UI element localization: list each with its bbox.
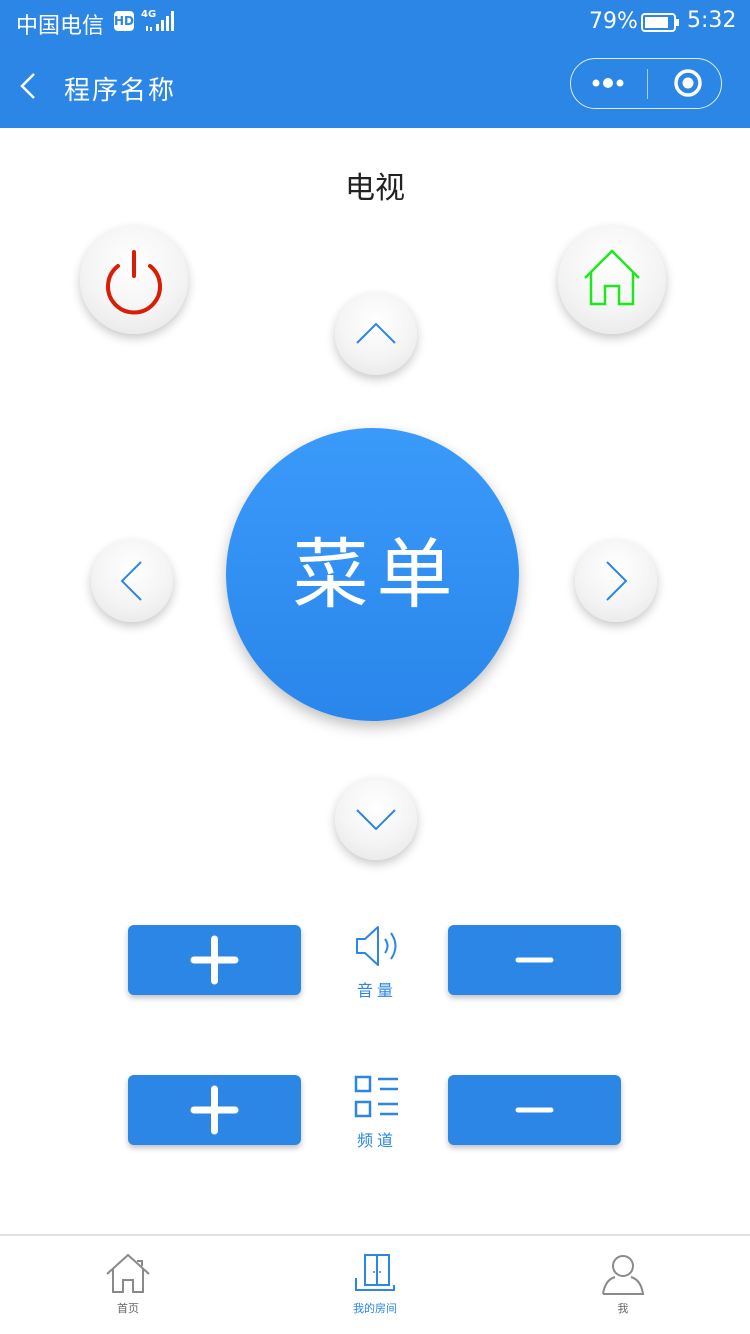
channel-down-button[interactable] xyxy=(448,1075,621,1145)
chevron-left-icon xyxy=(20,73,35,99)
more-button[interactable] xyxy=(571,59,647,107)
chevron-left-icon xyxy=(120,561,142,601)
menu-label: 菜单 xyxy=(292,530,461,619)
volume-up-button[interactable] xyxy=(128,925,301,995)
power-button[interactable] xyxy=(80,226,188,334)
right-button[interactable] xyxy=(575,540,657,622)
home-icon xyxy=(584,249,640,306)
left-button[interactable] xyxy=(91,540,173,622)
target-circle-icon xyxy=(674,69,702,97)
minus-icon xyxy=(515,957,554,963)
speaker-icon xyxy=(356,926,397,966)
volume-label: 音量 xyxy=(356,981,397,1000)
carrier-name: 中国电信 xyxy=(16,14,105,39)
plus-icon xyxy=(190,1085,239,1135)
close-button[interactable] xyxy=(648,59,721,107)
tab-me-label: 我 xyxy=(617,1302,629,1315)
chevron-down-icon xyxy=(356,809,396,831)
status-bar: 中国电信 HD 4G 79% 5:32 xyxy=(0,0,750,44)
down-button[interactable] xyxy=(335,778,417,860)
tab-me[interactable]: 我 xyxy=(553,1236,693,1334)
chevron-up-icon xyxy=(356,322,396,344)
tab-my-room-label: 我的房间 xyxy=(353,1302,397,1315)
home-button[interactable] xyxy=(558,226,666,334)
menu-button[interactable]: 菜单 xyxy=(226,428,519,721)
nav-bar: 程序名称 xyxy=(0,44,750,128)
tab-home-label: 首页 xyxy=(117,1302,139,1315)
home-outline-icon xyxy=(106,1253,150,1293)
hd-badge: HD xyxy=(114,11,134,31)
list-icon xyxy=(354,1075,398,1118)
door-icon xyxy=(355,1254,395,1291)
user-icon xyxy=(602,1255,645,1295)
device-title: 电视 xyxy=(345,171,405,206)
more-dots-icon xyxy=(592,78,624,88)
volume-down-button[interactable] xyxy=(448,925,621,995)
channel-up-button[interactable] xyxy=(128,1075,301,1145)
battery-percent: 79% xyxy=(589,9,638,34)
up-button[interactable] xyxy=(335,293,417,375)
signal-icon xyxy=(146,11,174,31)
tab-home[interactable]: 首页 xyxy=(58,1236,198,1334)
mini-program-capsule xyxy=(570,58,722,109)
minus-icon xyxy=(515,1107,554,1113)
power-icon xyxy=(106,250,162,315)
battery-icon xyxy=(641,13,679,32)
channel-label: 频道 xyxy=(356,1131,397,1150)
page-title: 程序名称 xyxy=(64,76,177,106)
back-button[interactable] xyxy=(10,64,50,108)
clock: 5:32 xyxy=(687,8,737,33)
tab-bar: 首页 我的房间 我 xyxy=(0,1234,750,1334)
plus-icon xyxy=(190,935,239,985)
tab-my-room[interactable]: 我的房间 xyxy=(305,1236,445,1334)
app-header: 中国电信 HD 4G 79% 5:32 程序名称 xyxy=(0,0,750,128)
chevron-right-icon xyxy=(606,561,628,601)
